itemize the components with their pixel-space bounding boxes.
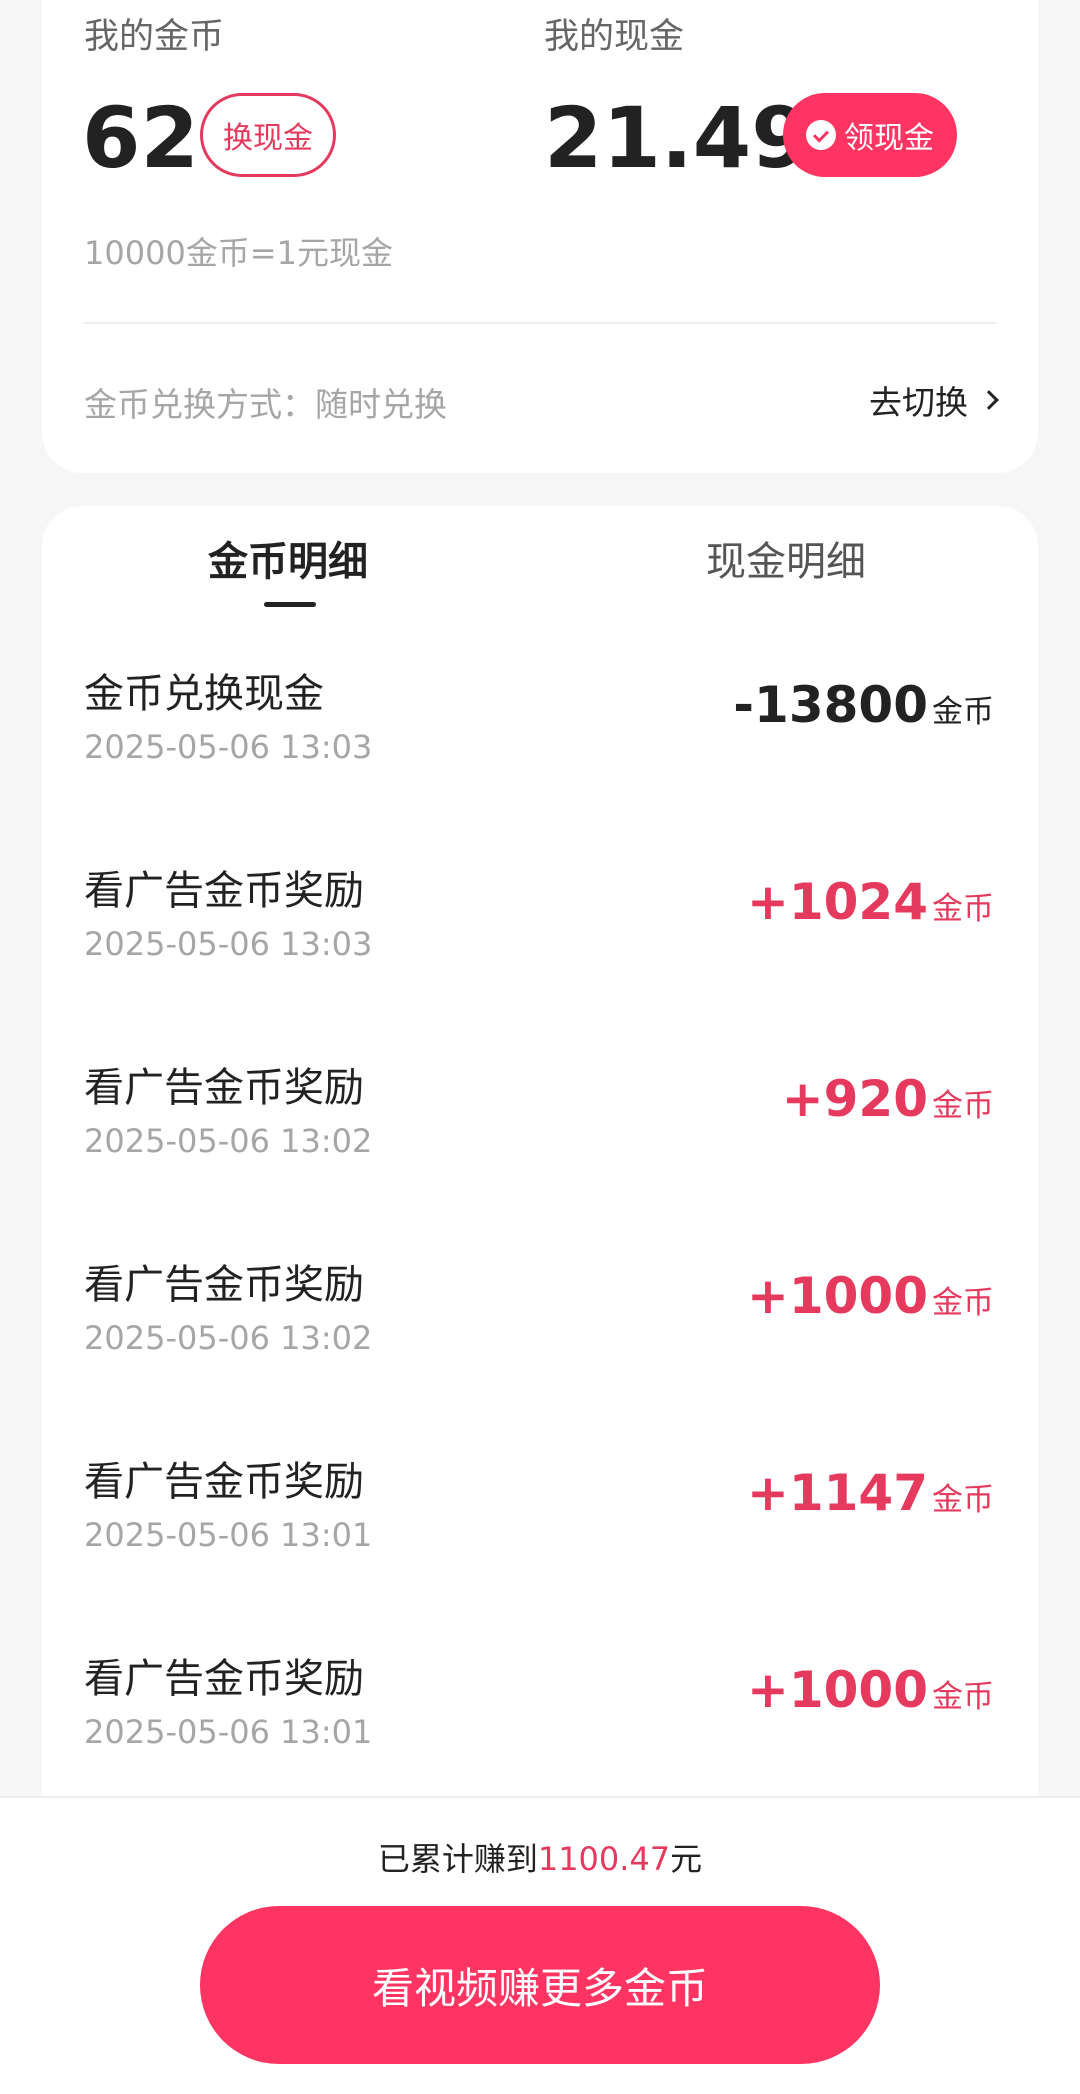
exchange-rate-text: 10000金币=1元现金 — [84, 234, 393, 272]
divider — [84, 322, 996, 324]
transaction-time: 2025-05-06 13:02 — [84, 1122, 373, 1160]
earned-value: 1100.47 — [537, 1840, 671, 1878]
details-card: 金币明细 现金明细 金币兑换现金 2025-05-06 13:03 -13800… — [42, 506, 1038, 1806]
amount-unit: 金币 — [932, 891, 994, 927]
transaction-time: 2025-05-06 13:02 — [84, 1319, 373, 1357]
switch-method-label: 去切换 — [869, 383, 968, 422]
exchange-method-text: 金币兑换方式：随时兑换 — [84, 385, 447, 424]
transaction-time: 2025-05-06 13:01 — [84, 1713, 373, 1751]
transaction-row: 看广告金币奖励 2025-05-06 13:02 +920 金币 — [42, 1030, 1038, 1227]
earned-suffix: 元 — [670, 1840, 703, 1878]
cash-balance: 21.49 — [544, 89, 810, 187]
earned-prefix: 已累计赚到 — [377, 1840, 538, 1878]
transaction-amount: +1024 金币 — [747, 873, 994, 931]
transaction-title: 看广告金币奖励 — [84, 1459, 364, 1505]
amount-unit: 金币 — [932, 1088, 994, 1124]
amount-value: +1000 — [746, 1661, 928, 1719]
transaction-amount: +1000 金币 — [747, 1267, 994, 1325]
amount-value: -13800 — [733, 676, 928, 734]
transaction-time: 2025-05-06 13:01 — [84, 1516, 373, 1554]
amount-unit: 金币 — [932, 1285, 994, 1321]
transaction-time: 2025-05-06 13:03 — [84, 925, 373, 963]
watch-video-earn-button[interactable]: 看视频赚更多金币 — [200, 1906, 880, 2064]
tab-coin-details[interactable]: 金币明细 — [208, 542, 368, 582]
amount-value: +1147 — [746, 1464, 928, 1522]
wechat-icon — [806, 120, 836, 150]
total-earned-text: 已累计赚到1100.47元 — [0, 1834, 1080, 1880]
transaction-time: 2025-05-06 13:03 — [84, 728, 373, 766]
amount-unit: 金币 — [932, 694, 994, 730]
transaction-row: 金币兑换现金 2025-05-06 13:03 -13800 金币 — [42, 636, 1038, 833]
transaction-title: 看广告金币奖励 — [84, 868, 364, 914]
transaction-title: 看广告金币奖励 — [84, 1065, 364, 1111]
transaction-amount: +1000 金币 — [747, 1661, 994, 1719]
amount-value: +1024 — [746, 873, 928, 931]
tab-cash-details[interactable]: 现金明细 — [706, 542, 866, 582]
active-tab-indicator — [264, 602, 316, 607]
cash-label: 我的现金 — [544, 17, 685, 57]
transaction-row: 看广告金币奖励 2025-05-06 13:02 +1000 金币 — [42, 1227, 1038, 1424]
claim-cash-button[interactable]: 领现金 — [783, 93, 957, 177]
transaction-row: 看广告金币奖励 2025-05-06 13:03 +1024 金币 — [42, 833, 1038, 1030]
wallet-summary-card: 我的金币 62 换现金 我的现金 21.49 领现金 10000金币=1元现金 … — [42, 0, 1038, 473]
transaction-amount: -13800 金币 — [733, 676, 994, 734]
chevron-right-icon — [979, 390, 999, 410]
switch-method-link[interactable]: 去切换 — [869, 376, 999, 424]
amount-value: +920 — [781, 1070, 928, 1128]
amount-unit: 金币 — [932, 1482, 994, 1518]
transaction-amount: +1147 金币 — [747, 1464, 994, 1522]
exchange-cash-button[interactable]: 换现金 — [200, 93, 336, 177]
transaction-row: 看广告金币奖励 2025-05-06 13:01 +1000 金币 — [42, 1621, 1038, 1818]
claim-cash-label: 领现金 — [844, 121, 934, 156]
bottom-bar: 已累计赚到1100.47元 看视频赚更多金币 — [0, 1796, 1080, 2094]
transaction-title: 金币兑换现金 — [84, 671, 324, 717]
coins-label: 我的金币 — [84, 17, 225, 57]
amount-value: +1000 — [746, 1267, 928, 1325]
transaction-amount: +920 金币 — [782, 1070, 994, 1128]
transaction-row: 看广告金币奖励 2025-05-06 13:01 +1147 金币 — [42, 1424, 1038, 1621]
coins-balance: 62 — [82, 89, 199, 187]
transaction-title: 看广告金币奖励 — [84, 1262, 364, 1308]
transaction-title: 看广告金币奖励 — [84, 1656, 364, 1702]
amount-unit: 金币 — [932, 1679, 994, 1715]
